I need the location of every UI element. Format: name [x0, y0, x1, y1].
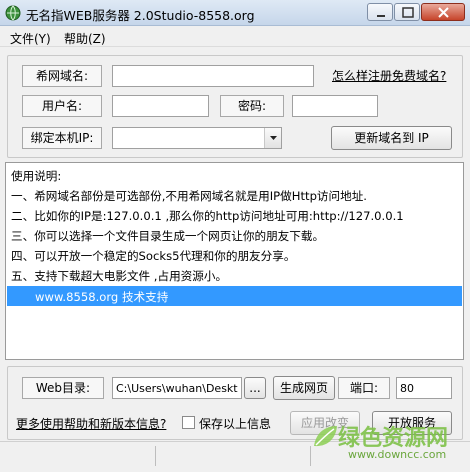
instructions-panel[interactable]: 使用说明: 一、希网域名部份是可选部份,不用希网域名就是用IP做Http访问地址…	[5, 162, 464, 360]
minimize-icon	[377, 15, 385, 17]
title-bar[interactable]: 无名指WEB服务器 2.0Studio-8558.org	[0, 0, 470, 26]
watermark-url: www.downcc.com	[348, 448, 447, 461]
username-label: 用户名:	[22, 95, 102, 117]
globe-icon	[5, 5, 21, 21]
minimize-button[interactable]	[367, 3, 393, 21]
close-icon	[438, 7, 449, 18]
maximize-icon	[402, 7, 414, 18]
port-label: 端口:	[338, 377, 390, 399]
domain-input[interactable]	[112, 65, 314, 87]
instruction-line: 一、希网域名部份是可选部份,不用希网域名就是用IP做Http访问地址.	[11, 189, 367, 203]
window-title: 无名指WEB服务器 2.0Studio-8558.org	[26, 8, 255, 23]
support-line: www.8558.org 技术支持	[35, 290, 169, 304]
instruction-line: 三、你可以选择一个文件目录生成一个网页让你的朋友下载。	[11, 229, 325, 243]
dropdown-button[interactable]	[264, 128, 281, 148]
web-dir-input[interactable]	[112, 377, 242, 399]
instruction-line: 五、支持下载超大电影文件 ,占用资源小。	[11, 269, 228, 283]
instruction-line: 四、可以开放一个稳定的Socks5代理和你的朋友分享。	[11, 249, 296, 263]
browse-button[interactable]: ...	[244, 377, 266, 399]
update-domain-button[interactable]: 更新域名到 IP	[331, 126, 452, 150]
menu-bar: 文件(Y) 帮助(Z)	[0, 27, 470, 47]
menu-help[interactable]: 帮助(Z)	[64, 30, 106, 47]
chevron-down-icon	[270, 136, 277, 140]
instruction-line: 二、比如你的IP是:127.0.0.1 ,那么你的http访问地址可用:http…	[11, 209, 404, 223]
status-divider	[155, 446, 156, 466]
bind-ip-select[interactable]	[112, 127, 282, 149]
save-info-label: 保存以上信息	[199, 417, 272, 431]
generate-page-button[interactable]: 生成网页	[273, 376, 335, 400]
username-input[interactable]	[112, 95, 209, 117]
bind-ip-label: 绑定本机IP:	[22, 127, 102, 149]
maximize-button[interactable]	[394, 3, 420, 21]
close-button[interactable]	[421, 3, 465, 21]
menu-file[interactable]: 文件(Y)	[10, 30, 51, 47]
port-input[interactable]	[396, 377, 452, 399]
register-domain-link[interactable]: 怎么样注册免费域名?	[332, 67, 446, 84]
save-info-checkbox[interactable]	[182, 416, 195, 429]
instruction-line: 使用说明:	[11, 169, 62, 183]
web-dir-label: Web目录:	[22, 377, 104, 399]
domain-label: 希网域名:	[22, 65, 102, 87]
help-link[interactable]: 更多使用帮助和新版本信息?	[16, 415, 166, 432]
password-label: 密码:	[220, 95, 284, 117]
leaf-logo-icon	[314, 426, 337, 447]
password-input[interactable]	[292, 95, 378, 117]
